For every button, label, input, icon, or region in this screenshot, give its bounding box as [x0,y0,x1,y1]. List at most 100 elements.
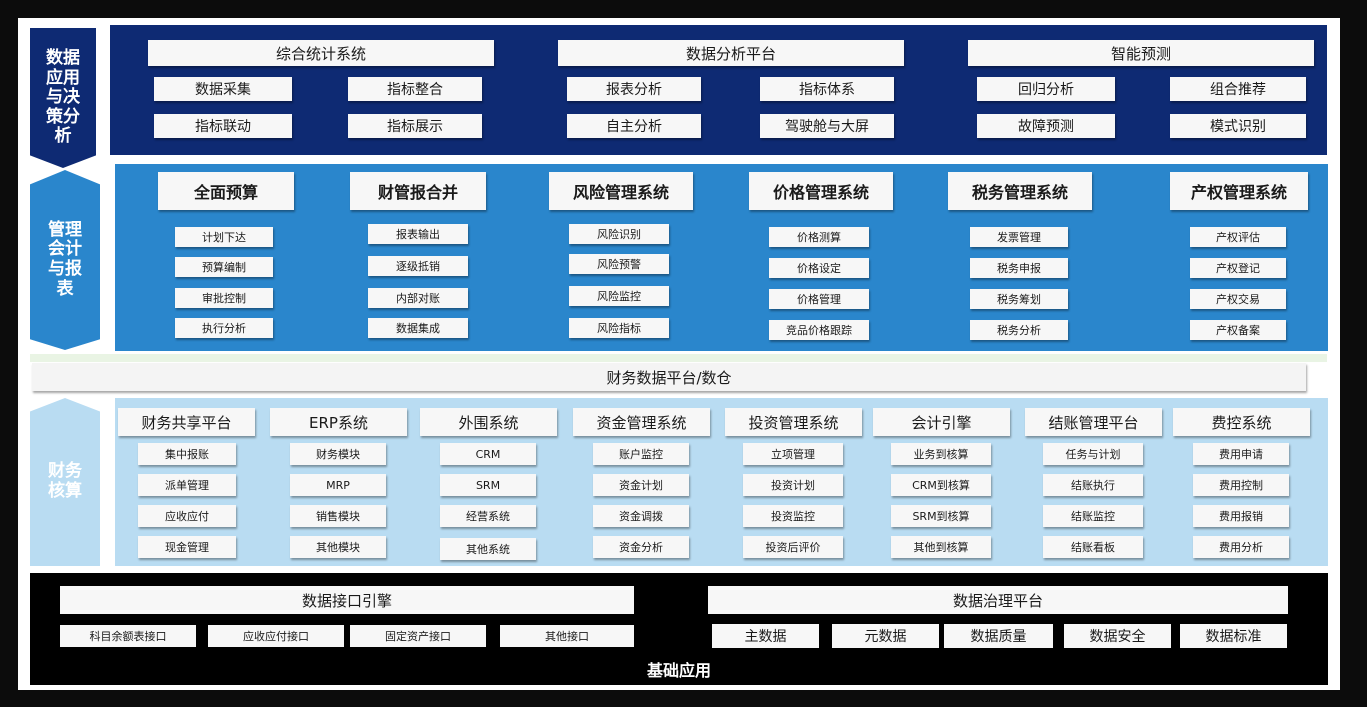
governance-item[interactable]: 数据质量 [944,624,1053,648]
management-item[interactable]: 内部对账 [368,288,468,308]
accounting-item[interactable]: 资金计划 [593,474,689,496]
accounting-title[interactable]: 投资管理系统 [725,408,862,436]
accounting-item[interactable]: CRM [440,443,536,465]
management-title[interactable]: 风险管理系统 [549,172,693,210]
accounting-item[interactable]: 业务到核算 [891,443,991,465]
management-item[interactable]: 产权交易 [1190,289,1286,309]
accounting-item[interactable]: MRP [290,474,386,496]
management-item[interactable]: 产权备案 [1190,320,1286,340]
governance-item[interactable]: 数据安全 [1064,624,1171,648]
accounting-title[interactable]: 结账管理平台 [1025,408,1162,436]
accounting-item[interactable]: 其他模块 [290,536,386,558]
accounting-item[interactable]: 派单管理 [138,474,236,496]
decision-item[interactable]: 回归分析 [977,77,1115,101]
decision-item[interactable]: 故障预测 [977,114,1115,138]
management-item[interactable]: 风险预警 [569,254,669,274]
accounting-item[interactable]: 投资后评价 [743,536,843,558]
interface-item[interactable]: 科目余额表接口 [60,625,196,647]
accounting-item[interactable]: SRM到核算 [891,505,991,527]
decision-item[interactable]: 数据采集 [154,77,292,101]
decision-item[interactable]: 驾驶舱与大屏 [760,114,894,138]
accounting-item[interactable]: 应收应付 [138,505,236,527]
accounting-item[interactable]: 费用分析 [1193,536,1289,558]
data-platform-bar[interactable]: 财务数据平台/数仓 [32,363,1306,391]
decision-item[interactable]: 指标展示 [348,114,482,138]
accounting-item[interactable]: 其他系统 [440,538,536,560]
accounting-item[interactable]: 费用报销 [1193,505,1289,527]
accounting-title[interactable]: ERP系统 [270,408,407,436]
management-item[interactable]: 执行分析 [175,318,273,338]
management-item[interactable]: 价格设定 [769,258,869,278]
accounting-column: 会计引擎 业务到核算 CRM到核算 SRM到核算 其他到核算 [873,408,1010,566]
accounting-item[interactable]: 集中报账 [138,443,236,465]
management-item[interactable]: 税务筹划 [970,289,1068,309]
management-item[interactable]: 审批控制 [175,288,273,308]
management-item[interactable]: 报表输出 [368,224,468,244]
accounting-item[interactable]: 任务与计划 [1043,443,1143,465]
management-item[interactable]: 价格管理 [769,289,869,309]
decision-item[interactable]: 模式识别 [1170,114,1306,138]
decision-item[interactable]: 指标联动 [154,114,292,138]
management-title[interactable]: 产权管理系统 [1170,172,1308,210]
management-item[interactable]: 风险监控 [569,286,669,306]
accounting-item[interactable]: 销售模块 [290,505,386,527]
management-item[interactable]: 税务分析 [970,320,1068,340]
accounting-title[interactable]: 费控系统 [1173,408,1310,436]
interface-engine-title[interactable]: 数据接口引擎 [60,586,634,614]
accounting-item[interactable]: 现金管理 [138,536,236,558]
management-item[interactable]: 逐级抵销 [368,256,468,276]
decision-item[interactable]: 自主分析 [567,114,701,138]
management-item[interactable]: 产权登记 [1190,258,1286,278]
accounting-item[interactable]: 结账执行 [1043,474,1143,496]
accounting-item[interactable]: 资金分析 [593,536,689,558]
decision-item[interactable]: 指标整合 [348,77,482,101]
management-item[interactable]: 计划下达 [175,227,273,247]
accounting-item[interactable]: 财务模块 [290,443,386,465]
management-item[interactable]: 预算编制 [175,257,273,277]
accounting-title[interactable]: 外围系统 [420,408,557,436]
accounting-item[interactable]: 投资监控 [743,505,843,527]
accounting-column: ERP系统 财务模块 MRP 销售模块 其他模块 [270,408,407,566]
decision-group-title[interactable]: 智能预测 [968,40,1314,66]
accounting-item[interactable]: 经营系统 [440,505,536,527]
interface-item[interactable]: 固定资产接口 [350,625,486,647]
management-item[interactable]: 税务申报 [970,258,1068,278]
accounting-item[interactable]: 资金调拨 [593,505,689,527]
decision-item[interactable]: 组合推荐 [1170,77,1306,101]
management-item[interactable]: 风险指标 [569,318,669,338]
accounting-title[interactable]: 资金管理系统 [573,408,710,436]
management-item[interactable]: 数据集成 [368,318,468,338]
decision-group-title[interactable]: 综合统计系统 [148,40,494,66]
decision-item[interactable]: 报表分析 [567,77,701,101]
governance-item[interactable]: 主数据 [712,624,819,648]
management-title[interactable]: 税务管理系统 [948,172,1092,210]
accounting-item[interactable]: 立项管理 [743,443,843,465]
management-title[interactable]: 财管报合并 [350,172,486,210]
accounting-item[interactable]: 投资计划 [743,474,843,496]
accounting-title[interactable]: 会计引擎 [873,408,1010,436]
governance-item[interactable]: 数据标准 [1180,624,1287,648]
interface-item[interactable]: 应收应付接口 [208,625,344,647]
accounting-title[interactable]: 财务共享平台 [118,408,255,436]
interface-item[interactable]: 其他接口 [500,625,634,647]
decision-group-title[interactable]: 数据分析平台 [558,40,904,66]
accounting-item[interactable]: 费用申请 [1193,443,1289,465]
governance-platform-title[interactable]: 数据治理平台 [708,586,1288,614]
management-item[interactable]: 竞品价格跟踪 [769,320,869,340]
accounting-item[interactable]: 结账看板 [1043,536,1143,558]
management-item[interactable]: 风险识别 [569,224,669,244]
accounting-item[interactable]: 账户监控 [593,443,689,465]
accounting-item[interactable]: 其他到核算 [891,536,991,558]
management-title[interactable]: 价格管理系统 [749,172,893,210]
accounting-item[interactable]: 结账监控 [1043,505,1143,527]
accounting-item[interactable]: 费用控制 [1193,474,1289,496]
management-item[interactable]: 发票管理 [970,227,1068,247]
governance-item[interactable]: 元数据 [832,624,939,648]
accounting-item[interactable]: SRM [440,474,536,496]
management-item[interactable]: 价格测算 [769,227,869,247]
management-item[interactable]: 产权评估 [1190,227,1286,247]
accounting-item[interactable]: CRM到核算 [891,474,991,496]
management-column: 税务管理系统 发票管理 税务申报 税务筹划 税务分析 [948,172,1092,347]
decision-item[interactable]: 指标体系 [760,77,894,101]
management-title[interactable]: 全面预算 [158,172,294,210]
